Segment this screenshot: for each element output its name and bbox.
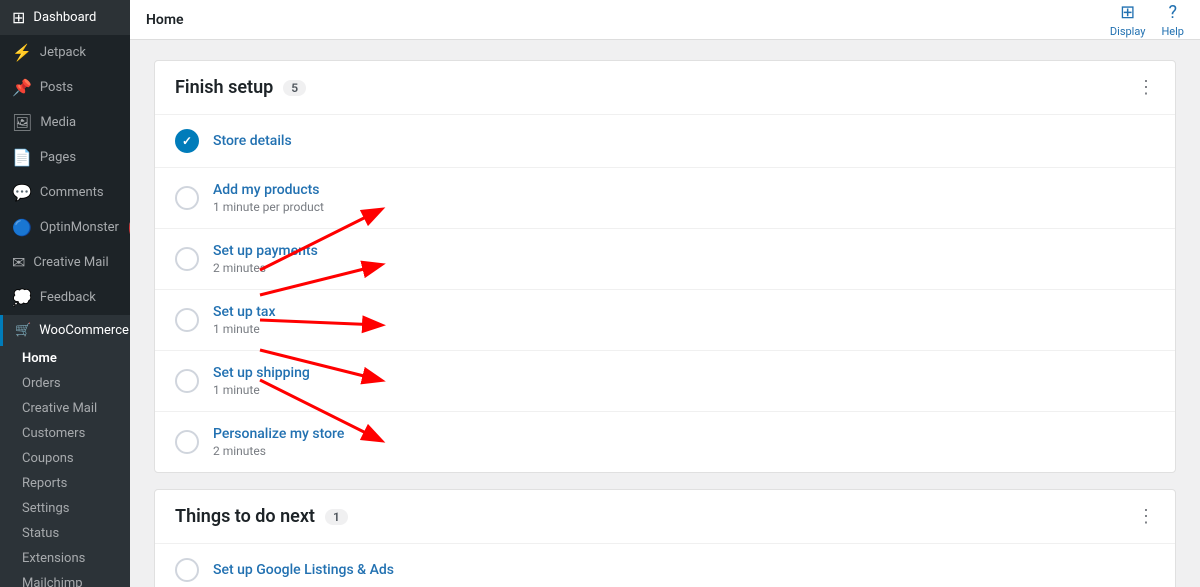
posts-icon: 📌 — [12, 78, 32, 97]
sidebar-item-dashboard[interactable]: ⊞ Dashboard — [0, 0, 130, 35]
sidebar-item-label: Pages — [40, 150, 76, 165]
woocommerce-icon: 🛒 — [15, 323, 31, 338]
top-bar: Home ⊞ Display ? Help — [130, 0, 1200, 40]
sidebar-item-optinmonster[interactable]: 🔵 OptinMonster 1 — [0, 210, 130, 245]
task-time-personalize: 2 minutes — [213, 444, 1155, 458]
task-info-store-details: Store details — [213, 133, 1155, 149]
things-to-do-title: Things to do next — [175, 506, 315, 527]
sidebar-item-label: Media — [40, 115, 76, 130]
display-button[interactable]: ⊞ Display — [1110, 2, 1146, 38]
content-area: Finish setup 5 ⋮ ✓ Store details Add my … — [130, 40, 1200, 587]
display-label: Display — [1110, 25, 1146, 38]
sidebar-item-jetpack[interactable]: ⚡ Jetpack — [0, 35, 130, 70]
sidebar-item-label: Comments — [40, 185, 104, 200]
submenu-coupons[interactable]: Coupons — [0, 446, 130, 471]
feedback-icon: 💭 — [12, 288, 32, 307]
task-title-tax[interactable]: Set up tax — [213, 304, 1155, 320]
jetpack-icon: ⚡ — [12, 43, 32, 62]
finish-setup-header: Finish setup 5 ⋮ — [155, 61, 1175, 115]
submenu-extensions[interactable]: Extensions — [0, 546, 130, 571]
task-info-shipping: Set up shipping 1 minute — [213, 365, 1155, 397]
task-info-personalize: Personalize my store 2 minutes — [213, 426, 1155, 458]
woo-submenu: Home Orders Creative Mail Customers Coup… — [0, 346, 130, 587]
task-store-details: ✓ Store details — [155, 115, 1175, 168]
things-to-do-card: Things to do next 1 ⋮ Set up Google List… — [154, 489, 1176, 587]
sidebar-item-label: Dashboard — [33, 10, 96, 25]
dashboard-icon: ⊞ — [12, 8, 25, 27]
sidebar-item-label: Posts — [40, 80, 73, 95]
submenu-status[interactable]: Status — [0, 521, 130, 546]
task-title-store-details[interactable]: Store details — [213, 133, 1155, 149]
task-set-up-shipping: Set up shipping 1 minute — [155, 351, 1175, 412]
comments-icon: 💬 — [12, 183, 32, 202]
task-title-personalize[interactable]: Personalize my store — [213, 426, 1155, 442]
creativemail-icon: ✉ — [12, 253, 25, 272]
help-label: Help — [1161, 25, 1184, 38]
task-info-google: Set up Google Listings & Ads — [213, 562, 1155, 578]
task-check-personalize — [175, 430, 199, 454]
help-button[interactable]: ? Help — [1161, 2, 1184, 38]
task-info-add-products: Add my products 1 minute per product — [213, 182, 1155, 214]
sidebar-item-label: OptinMonster — [40, 220, 119, 235]
task-set-up-tax: Set up tax 1 minute — [155, 290, 1175, 351]
sidebar-item-label: Feedback — [40, 290, 96, 305]
task-title-payments[interactable]: Set up payments — [213, 243, 1155, 259]
finish-setup-badge: 5 — [283, 80, 306, 96]
task-time-payments: 2 minutes — [213, 261, 1155, 275]
task-time-shipping: 1 minute — [213, 383, 1155, 397]
pages-icon: 📄 — [12, 148, 32, 167]
task-info-payments: Set up payments 2 minutes — [213, 243, 1155, 275]
sidebar-item-pages[interactable]: 📄 Pages — [0, 140, 130, 175]
task-set-up-payments: Set up payments 2 minutes — [155, 229, 1175, 290]
task-title-add-products[interactable]: Add my products — [213, 182, 1155, 198]
submenu-creative-mail[interactable]: Creative Mail — [0, 396, 130, 421]
sidebar-item-media[interactable]: 🖼 Media — [0, 105, 130, 140]
check-icon: ✓ — [182, 134, 192, 148]
things-to-do-header: Things to do next 1 ⋮ — [155, 490, 1175, 544]
task-time-tax: 1 minute — [213, 322, 1155, 336]
top-bar-actions: ⊞ Display ? Help — [1110, 2, 1184, 38]
submenu-mailchimp[interactable]: Mailchimp — [0, 571, 130, 587]
page-title: Home — [146, 12, 184, 28]
sidebar: ⊞ Dashboard ⚡ Jetpack 📌 Posts 🖼 Media 📄 … — [0, 0, 130, 587]
woocommerce-label: WooCommerce — [39, 323, 129, 338]
task-check-store-details: ✓ — [175, 129, 199, 153]
media-icon: 🖼 — [12, 113, 32, 132]
finish-setup-more-icon[interactable]: ⋮ — [1137, 77, 1155, 98]
task-check-shipping — [175, 369, 199, 393]
sidebar-woocommerce[interactable]: 🛒 WooCommerce — [0, 315, 130, 346]
task-personalize-store: Personalize my store 2 minutes — [155, 412, 1175, 472]
task-time-add-products: 1 minute per product — [213, 200, 1155, 214]
optinmonster-icon: 🔵 — [12, 218, 32, 237]
main-content: Home ⊞ Display ? Help — [130, 0, 1200, 587]
task-check-payments — [175, 247, 199, 271]
sidebar-item-posts[interactable]: 📌 Posts — [0, 70, 130, 105]
display-icon: ⊞ — [1120, 2, 1135, 23]
task-check-google — [175, 558, 199, 582]
sidebar-item-feedback[interactable]: 💭 Feedback — [0, 280, 130, 315]
task-add-products: Add my products 1 minute per product — [155, 168, 1175, 229]
sidebar-item-creativemail[interactable]: ✉ Creative Mail — [0, 245, 130, 280]
task-title-google[interactable]: Set up Google Listings & Ads — [213, 562, 1155, 578]
sidebar-item-label: Creative Mail — [33, 255, 108, 270]
submenu-home[interactable]: Home — [0, 346, 130, 371]
task-title-shipping[interactable]: Set up shipping — [213, 365, 1155, 381]
submenu-orders[interactable]: Orders — [0, 371, 130, 396]
sidebar-item-comments[interactable]: 💬 Comments — [0, 175, 130, 210]
submenu-customers[interactable]: Customers — [0, 421, 130, 446]
task-google-listings: Set up Google Listings & Ads — [155, 544, 1175, 587]
submenu-settings[interactable]: Settings — [0, 496, 130, 521]
things-to-do-badge: 1 — [325, 509, 348, 525]
help-icon: ? — [1168, 2, 1177, 23]
task-check-add-products — [175, 186, 199, 210]
task-check-tax — [175, 308, 199, 332]
things-to-do-more-icon[interactable]: ⋮ — [1137, 506, 1155, 527]
submenu-reports[interactable]: Reports — [0, 471, 130, 496]
task-info-tax: Set up tax 1 minute — [213, 304, 1155, 336]
sidebar-item-label: Jetpack — [40, 45, 86, 60]
finish-setup-card: Finish setup 5 ⋮ ✓ Store details Add my … — [154, 60, 1176, 473]
finish-setup-title: Finish setup — [175, 77, 273, 98]
